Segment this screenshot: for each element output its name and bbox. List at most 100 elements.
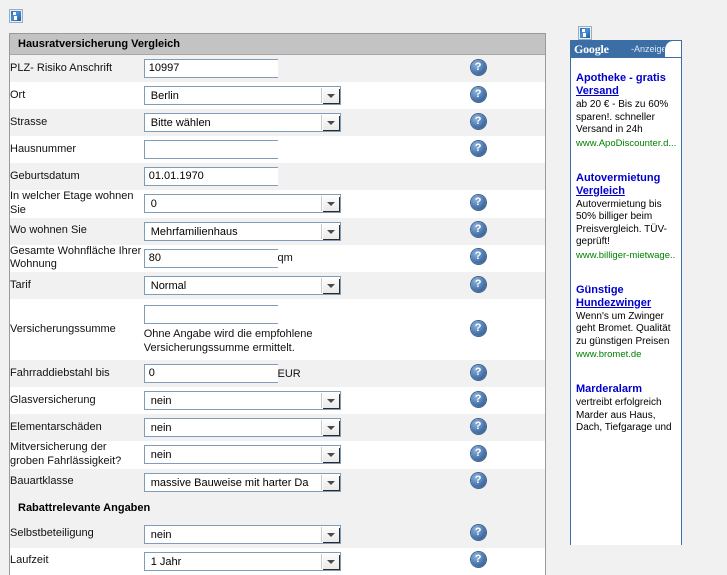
form-row: Mitversicherung der groben Fahrlässigkei… <box>10 441 545 469</box>
select-value: massive Bauweise mit harter Da <box>150 476 309 489</box>
form-row: Glasversicherung nein <box>10 387 545 414</box>
field-control <box>143 136 342 163</box>
ad-title-line2[interactable]: Versand <box>576 85 676 98</box>
help-cell <box>411 468 545 496</box>
field-control <box>143 54 342 82</box>
help-cell <box>411 244 545 272</box>
help-cell <box>411 387 545 414</box>
field-label: Selbstbeteiligung <box>10 520 144 548</box>
help-icon[interactable] <box>470 248 486 265</box>
field-label: Laufzeit <box>10 547 144 575</box>
ad-item[interactable]: Günstige Hundezwinger Wenn's um Zwinger ge… <box>576 284 676 362</box>
select-5[interactable]: 0 <box>143 194 341 214</box>
google-logo: Google <box>574 42 609 56</box>
help-icon[interactable] <box>470 86 486 102</box>
subsection-title: Rabattrelevante Angaben <box>10 495 545 521</box>
dropdown-arrow-icon[interactable] <box>321 278 339 293</box>
help-cell <box>411 109 545 136</box>
help-cell <box>411 54 545 82</box>
ad-title-line2[interactable]: Hundezwinger <box>576 297 676 310</box>
ad-body: ab 20 € - Bis zu 60% sparen!. schneller … <box>576 99 669 135</box>
field-unit <box>277 136 412 163</box>
help-icon[interactable] <box>470 524 486 540</box>
field-label: Glasversicherung <box>10 387 144 414</box>
select-value: Bitte wählen <box>150 117 211 129</box>
help-icon[interactable] <box>470 391 486 407</box>
dropdown-arrow-icon[interactable] <box>321 474 339 490</box>
field-control: nein <box>143 387 341 414</box>
broken-image-icon <box>9 9 23 23</box>
help-cell <box>411 272 545 299</box>
form-row: In welcher Etage wohnen Sie 0 <box>10 190 545 218</box>
dropdown-arrow-icon[interactable] <box>321 115 339 130</box>
help-icon[interactable] <box>470 59 486 75</box>
help-icon[interactable] <box>470 320 486 336</box>
form-row: Bauartklasse massive Bauweise mit harter … <box>10 468 545 496</box>
ad-title-line1[interactable]: Apotheke - gratis <box>576 72 676 85</box>
ad-body: vertreibt erfolgreich Marder aus Haus, D… <box>576 397 672 433</box>
field-control: Berlin <box>143 82 341 109</box>
help-cell <box>411 441 545 469</box>
select-1[interactable]: Berlin <box>143 86 341 105</box>
dropdown-arrow-icon[interactable] <box>321 447 339 463</box>
ad-url[interactable]: www.ApoDiscounter.d... <box>576 138 676 150</box>
field-control: nein <box>143 414 341 441</box>
ad-title-line1[interactable]: Günstige <box>576 284 676 297</box>
dropdown-arrow-icon[interactable] <box>321 88 339 103</box>
select-14[interactable]: massive Bauweise mit harter Da <box>143 472 341 492</box>
field-label: Hausnummer <box>10 136 144 163</box>
field-label: PLZ- Risiko Anschrift <box>10 54 144 82</box>
ad-url[interactable]: www.bromet.de <box>576 349 676 361</box>
subsection-header-row: Rabattrelevante Angaben <box>10 495 545 521</box>
field-control: Normal <box>143 272 341 299</box>
select-2[interactable]: Bitte wählen <box>143 113 341 132</box>
field-unit <box>277 54 412 82</box>
dropdown-arrow-icon[interactable] <box>321 420 339 435</box>
field-control <box>143 360 342 387</box>
field-control: nein <box>143 441 341 469</box>
dropdown-arrow-icon[interactable] <box>321 196 339 212</box>
select-value: nein <box>150 528 172 541</box>
ad-item[interactable]: Apotheke - gratis Versand ab 20 € - Bis zu… <box>576 72 676 150</box>
select-12[interactable]: nein <box>143 418 341 437</box>
select-8[interactable]: Normal <box>143 276 341 295</box>
form-row: Hausnummer <box>10 136 545 163</box>
help-icon[interactable] <box>470 221 486 237</box>
select-value: 1 Jahr <box>150 555 182 568</box>
help-icon[interactable] <box>470 445 486 461</box>
help-icon[interactable] <box>470 418 486 434</box>
ad-url[interactable]: www.billiger-mietwage... <box>576 250 676 262</box>
dropdown-arrow-icon[interactable] <box>321 223 339 239</box>
ad-item[interactable]: Marderalarm vertreibt erfolgreich Marder … <box>576 383 676 435</box>
help-icon[interactable] <box>470 551 486 567</box>
field-unit <box>277 163 412 190</box>
form-row: Strasse Bitte wählen <box>10 109 545 136</box>
help-cell <box>411 299 545 360</box>
help-icon[interactable] <box>470 472 486 488</box>
field-label: Ort <box>10 82 144 109</box>
select-b1[interactable]: 1 Jahr <box>143 551 341 571</box>
select-6[interactable]: Mehrfamilienhaus <box>143 221 341 241</box>
ad-title-line1[interactable]: Marderalarm <box>576 383 676 396</box>
select-b0[interactable]: nein <box>143 524 341 544</box>
help-icon[interactable] <box>470 194 486 210</box>
field-label: Tarif <box>10 272 144 299</box>
dropdown-arrow-icon[interactable] <box>321 553 339 569</box>
field-label: Versicherungssumme <box>10 299 144 360</box>
dropdown-arrow-icon[interactable] <box>321 393 339 408</box>
section-header-row: Hausratversicherung Vergleich <box>10 34 545 55</box>
ad-item[interactable]: Autovermietung Vergleich Autovermietung bi… <box>576 172 676 262</box>
ad-title-line2[interactable]: Vergleich <box>576 185 676 198</box>
select-13[interactable]: nein <box>143 445 341 465</box>
insurance-comparison-form: Hausratversicherung Vergleich PLZ- Risiko… <box>9 33 546 575</box>
form-table: Hausratversicherung Vergleich PLZ- Risiko… <box>10 34 545 575</box>
dropdown-arrow-icon[interactable] <box>321 526 339 542</box>
help-icon[interactable] <box>470 364 486 380</box>
ad-title-line1[interactable]: Autovermietung <box>576 172 676 185</box>
select-11[interactable]: nein <box>143 391 341 410</box>
help-icon[interactable] <box>470 113 486 129</box>
ad-body: Autovermietung bis 50% billiger beim Pre… <box>576 198 667 248</box>
field-control <box>143 163 342 190</box>
help-icon[interactable] <box>470 276 486 292</box>
help-icon[interactable] <box>470 140 486 156</box>
